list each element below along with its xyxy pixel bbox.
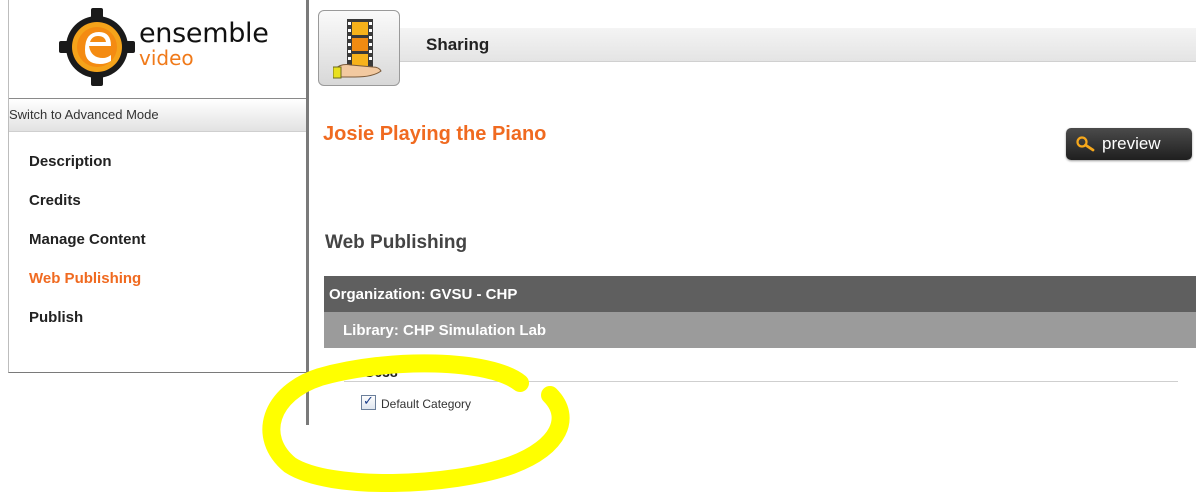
switch-to-advanced-mode-link[interactable]: Switch to Advanced Mode <box>9 107 159 122</box>
category-group: EDG638 <box>344 362 1178 382</box>
default-category-label: Default Category <box>381 397 472 411</box>
ensemble-video-logo[interactable]: ensemble video <box>9 0 307 99</box>
sidebar-nav: Description Credits Manage Content Web P… <box>29 152 146 347</box>
video-title: Josie Playing the Piano <box>323 123 547 145</box>
organization-bar: Organization: GVSU - CHP <box>324 276 1196 312</box>
section-heading: Web Publishing <box>325 232 468 253</box>
default-category-checkbox[interactable]: ✓ <box>361 393 376 410</box>
film-sharing-icon <box>318 10 400 86</box>
logo-text-ensemble: ensemble <box>139 18 269 49</box>
preview-button[interactable]: preview <box>1066 128 1192 160</box>
library-label: Library: CHP Simulation Lab <box>343 322 547 339</box>
sidebar-item-credits[interactable]: Credits <box>29 191 146 230</box>
sidebar-item-description[interactable]: Description <box>29 152 146 191</box>
organization-label: Organization: GVSU - CHP <box>329 286 518 303</box>
sidebar-divider <box>306 0 309 425</box>
category-group-label: EDG638 <box>344 364 398 380</box>
sidebar-item-publish[interactable]: Publish <box>29 308 146 347</box>
sidebar: ensemble video Switch to Advanced Mode D… <box>8 0 307 373</box>
magnifier-icon <box>1076 136 1095 152</box>
logo-text-video: video <box>139 46 194 70</box>
mode-bar: Switch to Advanced Mode <box>9 99 307 132</box>
library-bar: Library: CHP Simulation Lab <box>324 312 1196 348</box>
ensemble-logo-icon <box>59 8 135 86</box>
page-title: Sharing <box>426 35 490 54</box>
sidebar-item-web-publishing[interactable]: Web Publishing <box>29 269 146 308</box>
checkmark-icon: ✓ <box>363 393 374 408</box>
sidebar-item-manage-content[interactable]: Manage Content <box>29 230 146 269</box>
header-bar: Sharing <box>400 28 1196 62</box>
preview-label: preview <box>1102 134 1161 153</box>
